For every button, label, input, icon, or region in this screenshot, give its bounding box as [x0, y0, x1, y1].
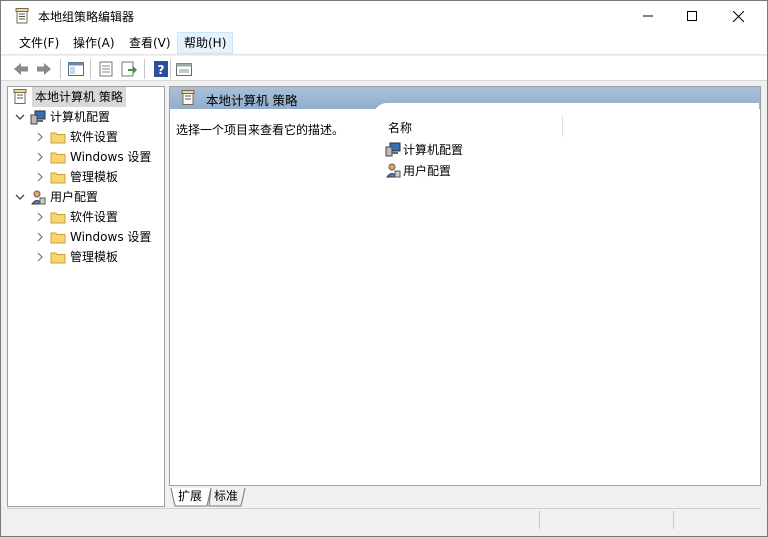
list-item-label: 计算机配置 [403, 142, 464, 157]
back-arrow-icon[interactable] [12, 60, 30, 78]
forward-arrow-icon[interactable] [35, 60, 53, 78]
tree-label: Windows 设置 [70, 230, 152, 244]
folder-icon [50, 252, 66, 264]
computer-config-icon [30, 110, 46, 125]
chevron-right-icon[interactable] [34, 227, 46, 247]
filter-view-icon[interactable] [175, 60, 193, 78]
maximize-button[interactable] [669, 1, 715, 31]
list-item-computer-config[interactable]: 计算机配置 [385, 139, 463, 159]
tree-item-software-settings[interactable]: 软件设置 [34, 207, 118, 227]
tree-label: 本地计算机 策略 [32, 87, 126, 107]
folder-icon [50, 152, 66, 164]
user-config-icon [386, 163, 401, 178]
window-title: 本地组策略编辑器 [38, 10, 135, 24]
tree-label: 用户配置 [50, 190, 99, 204]
tree-item-computer-config[interactable]: 计算机配置 [14, 107, 110, 127]
properties-icon[interactable] [97, 60, 115, 78]
tree-item-admin-templates[interactable]: 管理模板 [34, 247, 118, 267]
tree-label: 管理模板 [70, 170, 119, 184]
status-bar [7, 508, 761, 530]
title-bar[interactable]: 本地组策略编辑器 [1, 1, 767, 31]
tab-extended[interactable]: 扩展 [170, 487, 210, 507]
chevron-down-icon[interactable] [14, 187, 26, 207]
status-divider [673, 511, 674, 529]
toolbar-separator [170, 59, 171, 79]
minimize-icon [643, 15, 653, 17]
chevron-right-icon[interactable] [34, 167, 46, 187]
close-icon [732, 10, 744, 22]
tree-item-user-config[interactable]: 用户配置 [14, 187, 98, 207]
tree-item-local-policy[interactable]: 本地计算机 策略 [12, 87, 126, 107]
details-pane[interactable]: 本地计算机 策略 选择一个项目来查看它的描述。 名称 计算机配置 用户配置 [169, 86, 761, 486]
policy-document-icon [15, 8, 29, 24]
list-item-user-config[interactable]: 用户配置 [385, 160, 451, 180]
chevron-right-icon[interactable] [34, 247, 46, 267]
tree-item-windows-settings[interactable]: Windows 设置 [34, 147, 151, 167]
tree-label: 软件设置 [70, 130, 119, 144]
chevron-down-icon[interactable] [14, 107, 26, 127]
toolbar-separator [90, 59, 91, 79]
folder-icon [50, 232, 66, 244]
folder-icon [50, 212, 66, 224]
tree-item-software-settings[interactable]: 软件设置 [34, 127, 118, 147]
policy-document-icon [181, 90, 195, 105]
user-config-icon [31, 190, 46, 205]
toolbar: ? [1, 56, 767, 81]
export-list-icon[interactable] [120, 60, 138, 78]
show-hide-tree-icon[interactable] [67, 60, 85, 78]
tree-label: 软件设置 [70, 210, 119, 224]
chevron-right-icon[interactable] [34, 127, 46, 147]
tree-label: 计算机配置 [50, 110, 111, 124]
menu-action[interactable]: 操作(A) [67, 32, 121, 54]
status-divider [539, 511, 540, 529]
tree-item-admin-templates[interactable]: 管理模板 [34, 167, 118, 187]
tree-pane[interactable]: 本地计算机 策略 计算机配置 软件设置 Windows 设置 管理模板 用户配置… [7, 86, 165, 507]
help-icon[interactable]: ? [152, 60, 170, 78]
close-button[interactable] [715, 1, 761, 31]
tree-label: 管理模板 [70, 250, 119, 264]
gpedit-window: 本地组策略编辑器 文件(F) 操作(A) 查看(V) 帮助(H) ? 本地计算机… [0, 0, 768, 537]
chevron-right-icon[interactable] [34, 147, 46, 167]
column-header-name[interactable]: 名称 [388, 119, 412, 136]
folder-icon [50, 172, 66, 184]
svg-text:?: ? [158, 63, 165, 77]
view-tabs: 扩展 标准 [169, 487, 761, 507]
column-divider[interactable] [562, 115, 563, 137]
details-header-title: 本地计算机 策略 [206, 93, 298, 108]
computer-config-icon [385, 142, 401, 157]
menu-help[interactable]: 帮助(H) [177, 32, 234, 54]
maximize-icon [687, 11, 697, 21]
tab-standard[interactable]: 标准 [206, 487, 246, 507]
description-text: 选择一个项目来查看它的描述。 [176, 123, 345, 137]
menu-bar: 文件(F) 操作(A) 查看(V) 帮助(H) [1, 31, 767, 55]
menu-view[interactable]: 查看(V) [123, 32, 177, 54]
folder-icon [50, 132, 66, 144]
chevron-right-icon[interactable] [34, 207, 46, 227]
list-item-label: 用户配置 [403, 163, 452, 178]
toolbar-separator [60, 59, 61, 79]
minimize-button[interactable] [625, 1, 671, 31]
tree-label: Windows 设置 [70, 150, 152, 164]
item-list[interactable]: 名称 计算机配置 用户配置 [373, 103, 759, 485]
policy-document-icon [13, 89, 27, 104]
tree-item-windows-settings[interactable]: Windows 设置 [34, 227, 151, 247]
toolbar-separator [144, 59, 145, 79]
menu-file[interactable]: 文件(F) [13, 32, 65, 54]
